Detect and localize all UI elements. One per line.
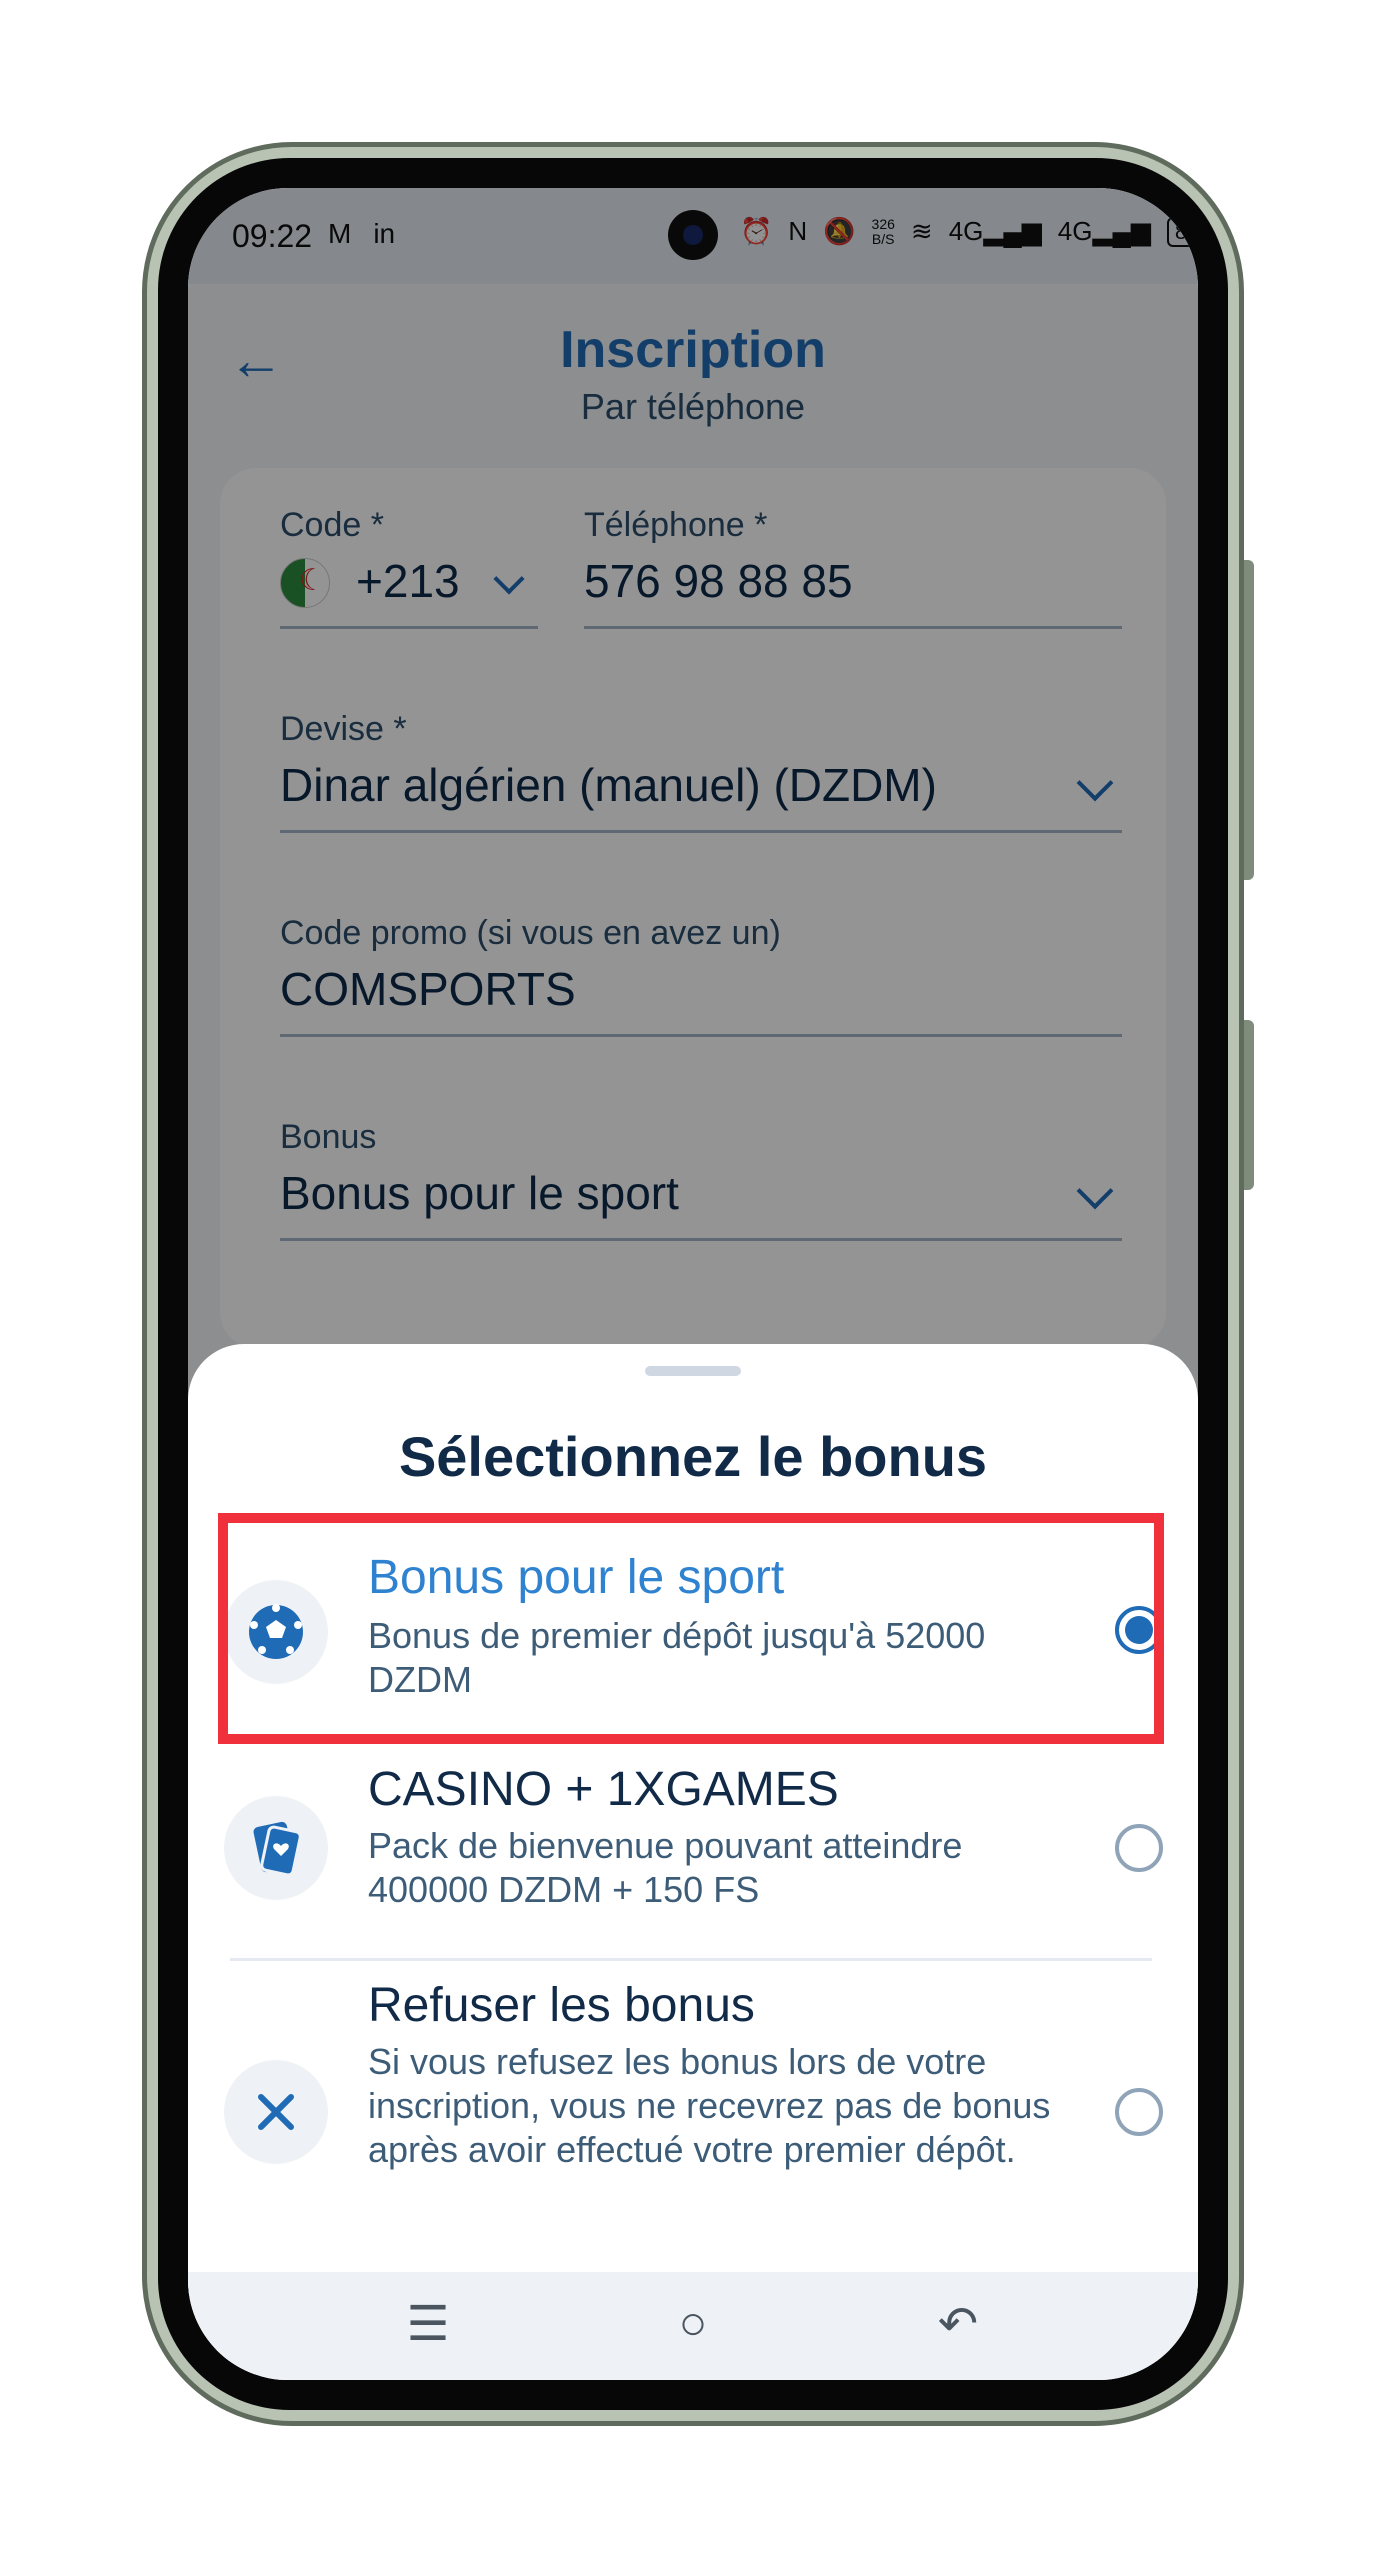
option-description: Si vous refusez les bonus lors de votre … [368, 2041, 1051, 2170]
back-icon[interactable]: ↶ [928, 2296, 988, 2352]
playing-card-icon [224, 1796, 328, 1900]
bonus-bottom-sheet: Sélectionnez le bonus Bonus pour le spor… [188, 1344, 1198, 2380]
option-separator [230, 1958, 1152, 1961]
android-nav-bar: ☰ ○ ↶ [188, 2272, 1198, 2380]
sheet-title: Sélectionnez le bonus [398, 1425, 988, 1488]
home-icon[interactable]: ○ [663, 2296, 723, 2351]
radio-unselected[interactable] [1115, 1824, 1163, 1872]
option-title: CASINO + 1XGAMES [368, 1763, 839, 1816]
bonus-option-casino[interactable]: CASINO + 1XGAMES Pack de bienvenue pouva… [218, 1762, 1173, 1932]
bonus-option-refuse[interactable]: Refuser les bonus Si vous refusez les bo… [218, 1978, 1173, 2278]
radio-unselected[interactable] [1115, 2088, 1163, 2136]
option-title: Refuser les bonus [368, 1979, 755, 2032]
sheet-handle[interactable] [645, 1366, 741, 1376]
phone-screen: 09:22 M in ⏰ N 🔕 326 B/S ≋ 4G▂▄▆ 4G▂▄▆ 88… [188, 188, 1198, 2380]
recent-apps-icon[interactable]: ☰ [398, 2296, 458, 2352]
close-icon [224, 2060, 328, 2164]
power-button [1244, 1020, 1254, 1190]
volume-button [1244, 560, 1254, 880]
highlight-annotation [218, 1513, 1164, 1744]
option-description: Pack de bienvenue pouvant atteindre 4000… [368, 1825, 963, 1910]
